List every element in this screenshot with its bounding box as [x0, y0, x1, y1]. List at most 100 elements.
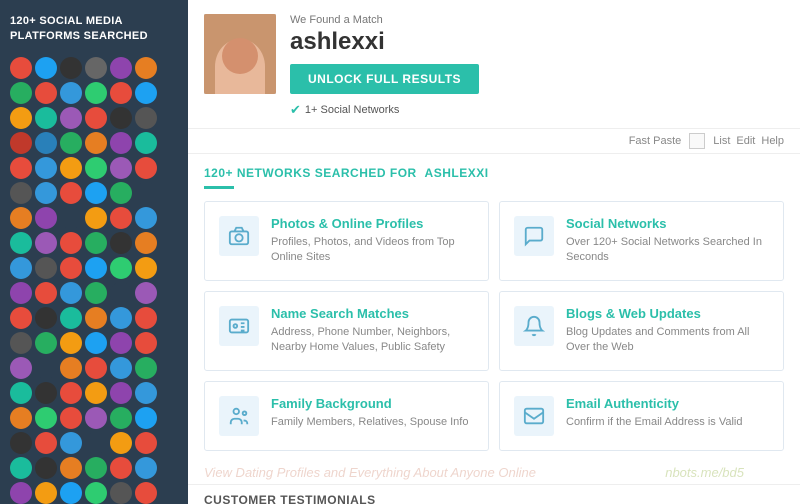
social-icon-52: [110, 257, 132, 279]
social-icon-82: [110, 382, 132, 404]
help-link[interactable]: Help: [761, 135, 784, 147]
card-1[interactable]: Social Networks Over 120+ Social Network…: [499, 201, 784, 281]
social-networks-check: ✔ 1+ Social Networks: [290, 102, 784, 118]
card-desc-4: Family Members, Relatives, Spouse Info: [271, 415, 468, 430]
top-bar: We Found a Match ashlexxi UNLOCK FULL RE…: [188, 0, 800, 129]
social-icon-90: [10, 432, 32, 454]
social-icon-92: [60, 432, 82, 454]
social-icon-107: [135, 482, 157, 504]
social-icon-40: [110, 207, 132, 229]
card-content-2: Name Search Matches Address, Phone Numbe…: [271, 306, 474, 356]
card-desc-3: Blog Updates and Comments from All Over …: [566, 325, 769, 356]
social-icon-42: [10, 232, 32, 254]
social-icon-27: [85, 157, 107, 179]
social-icon-14: [60, 107, 82, 129]
social-icon-85: [35, 407, 57, 429]
social-icon-75: [85, 357, 107, 379]
card-4[interactable]: Family Background Family Members, Relati…: [204, 381, 489, 451]
card-desc-2: Address, Phone Number, Neighbors, Nearby…: [271, 325, 474, 356]
social-icon-70: [110, 332, 132, 354]
social-icon-60: [10, 307, 32, 329]
social-icon-29: [135, 157, 157, 179]
social-icon-28: [110, 157, 132, 179]
social-icon-1: [35, 57, 57, 79]
card-icon-4: [219, 396, 259, 436]
social-icon-78: [10, 382, 32, 404]
social-icon-58: [110, 282, 132, 304]
social-icon-59: [135, 282, 157, 304]
social-icon-9: [85, 82, 107, 104]
unlock-full-results-button[interactable]: UNLOCK FULL RESULTS: [290, 64, 479, 94]
social-icon-41: [135, 207, 157, 229]
card-icon-1: [514, 216, 554, 256]
social-icon-4: [110, 57, 132, 79]
social-icon-86: [60, 407, 82, 429]
social-icon-34: [110, 182, 132, 204]
social-icon-98: [60, 457, 82, 479]
social-icon-67: [35, 332, 57, 354]
social-icon-80: [60, 382, 82, 404]
networks-prefix: 120+ NETWORKS SEARCHED FOR: [204, 166, 417, 180]
social-icon-19: [35, 132, 57, 154]
social-icon-43: [35, 232, 57, 254]
social-icon-6: [10, 82, 32, 104]
social-icon-53: [135, 257, 157, 279]
testimonials-title: CUSTOMER TESTIMONIALS: [204, 493, 784, 504]
social-icon-103: [35, 482, 57, 504]
social-icon-104: [60, 482, 82, 504]
networks-title: 120+ NETWORKS SEARCHED FOR ASHLEXXI: [204, 166, 784, 180]
social-icon-57: [85, 282, 107, 304]
fast-paste-label: Fast Paste: [629, 135, 682, 147]
social-icon-87: [85, 407, 107, 429]
social-icon-101: [135, 457, 157, 479]
social-icon-11: [135, 82, 157, 104]
social-icon-47: [135, 232, 157, 254]
social-icon-71: [135, 332, 157, 354]
social-icon-73: [35, 357, 57, 379]
social-icon-0: [10, 57, 32, 79]
social-icon-81: [85, 382, 107, 404]
card-content-1: Social Networks Over 120+ Social Network…: [566, 216, 769, 266]
card-icon-3: [514, 306, 554, 346]
icon-grid: [10, 57, 178, 504]
networks-underline: [204, 186, 234, 189]
list-link[interactable]: List: [713, 135, 730, 147]
social-icon-38: [60, 207, 82, 229]
social-icon-36: [10, 207, 32, 229]
card-content-0: Photos & Online Profiles Profiles, Photo…: [271, 216, 474, 266]
social-icon-96: [10, 457, 32, 479]
social-icon-48: [10, 257, 32, 279]
card-5[interactable]: Email Authenticity Confirm if the Email …: [499, 381, 784, 451]
card-title-4: Family Background: [271, 396, 468, 411]
card-0[interactable]: Photos & Online Profiles Profiles, Photo…: [204, 201, 489, 281]
social-icon-12: [10, 107, 32, 129]
sidebar-title: 120+ SOCIAL MEDIA PLATFORMS SEARCHED: [10, 14, 178, 45]
cards-grid: Photos & Online Profiles Profiles, Photo…: [188, 201, 800, 461]
social-icon-55: [35, 282, 57, 304]
social-icon-54: [10, 282, 32, 304]
social-icon-18: [10, 132, 32, 154]
social-icon-68: [60, 332, 82, 354]
edit-link[interactable]: Edit: [736, 135, 755, 147]
social-icon-45: [85, 232, 107, 254]
social-icon-25: [35, 157, 57, 179]
watermark-text: View Dating Profiles and Everything Abou…: [204, 465, 536, 480]
social-icon-79: [35, 382, 57, 404]
card-3[interactable]: Blogs & Web Updates Blog Updates and Com…: [499, 291, 784, 371]
social-icon-32: [60, 182, 82, 204]
avatar-image: [204, 14, 276, 94]
social-icon-62: [60, 307, 82, 329]
social-icon-23: [135, 132, 157, 154]
social-icon-95: [135, 432, 157, 454]
social-icon-105: [85, 482, 107, 504]
social-icon-64: [110, 307, 132, 329]
social-icon-31: [35, 182, 57, 204]
social-icon-72: [10, 357, 32, 379]
social-icon-49: [35, 257, 57, 279]
card-title-5: Email Authenticity: [566, 396, 742, 411]
social-icon-10: [110, 82, 132, 104]
social-icon-22: [110, 132, 132, 154]
networks-section: 120+ NETWORKS SEARCHED FOR ASHLEXXI: [188, 154, 800, 189]
social-icon-88: [110, 407, 132, 429]
card-2[interactable]: Name Search Matches Address, Phone Numbe…: [204, 291, 489, 371]
